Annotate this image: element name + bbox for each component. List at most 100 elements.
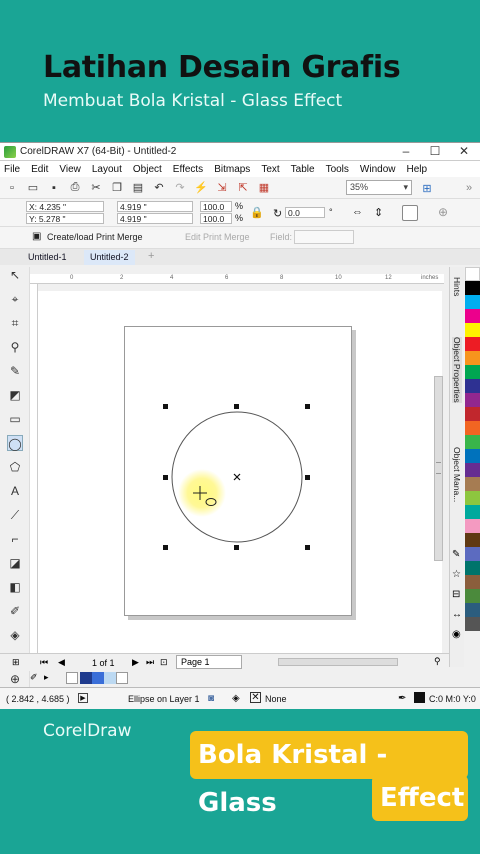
crop-tool-icon[interactable]: ⌗: [7, 315, 23, 331]
redo-icon[interactable]: ↷: [173, 181, 187, 195]
menu-bitmaps[interactable]: Bitmaps: [214, 164, 250, 175]
doc-swatch-blue[interactable]: [92, 672, 104, 684]
resize-handle-bottom-right[interactable]: [305, 545, 310, 550]
transparency-tool-icon[interactable]: ◧: [7, 579, 23, 595]
minimize-button[interactable]: –: [394, 144, 418, 160]
mirror-vertical-icon[interactable]: ⇕: [374, 206, 383, 219]
menu-text[interactable]: Text: [261, 164, 279, 175]
swatch-dark-teal[interactable]: [465, 561, 480, 575]
zoom-tool-icon[interactable]: ⚲: [7, 339, 23, 355]
swatch-gray[interactable]: [465, 617, 480, 631]
eyedropper-icon[interactable]: ✐: [30, 672, 38, 683]
swatch-teal[interactable]: [465, 505, 480, 519]
ellipse-selection[interactable]: [160, 400, 315, 555]
resize-handle-bottom-left[interactable]: [163, 545, 168, 550]
text-tool-icon[interactable]: A: [7, 483, 23, 499]
export-icon[interactable]: ⇱: [236, 181, 250, 195]
doc-swatch-white[interactable]: [116, 672, 128, 684]
resize-handle-left[interactable]: [163, 475, 168, 480]
more-icon[interactable]: »: [462, 181, 476, 195]
swatch-dark-red[interactable]: [465, 407, 480, 421]
swatch-brown[interactable]: [465, 477, 480, 491]
swatch-indigo[interactable]: [465, 547, 480, 561]
swatch-yellow[interactable]: [465, 323, 480, 337]
menu-help[interactable]: Help: [407, 164, 428, 175]
first-page-icon[interactable]: ⏮: [40, 657, 48, 668]
swatch-mid-blue[interactable]: [465, 449, 480, 463]
edit-print-merge-button[interactable]: Edit Print Merge: [185, 232, 250, 242]
full-screen-icon[interactable]: ⊞: [420, 181, 434, 195]
paste-icon[interactable]: ▤: [131, 181, 145, 195]
fill-docker-icon[interactable]: ◉: [452, 629, 461, 640]
width-field[interactable]: 4.919 ": [117, 201, 193, 212]
object-manager-docker-tab[interactable]: Object Mana...: [452, 447, 462, 502]
shape-tool-icon[interactable]: ⌖: [7, 291, 23, 307]
swatch-green[interactable]: [465, 365, 480, 379]
lock-ratio-icon[interactable]: 🔒: [250, 206, 264, 219]
doc-swatch-light-blue[interactable]: [104, 672, 116, 684]
zoom-level-select[interactable]: 35% ▾: [346, 180, 412, 195]
smart-fill-icon[interactable]: ◩: [7, 387, 23, 403]
eyedropper-tool-icon[interactable]: ✐: [7, 603, 23, 619]
swatch-dark-brown[interactable]: [465, 533, 480, 547]
no-color-swatch[interactable]: [66, 672, 78, 684]
swatch-light-green[interactable]: [465, 435, 480, 449]
new-icon[interactable]: ▫: [5, 181, 19, 195]
swatch-purple[interactable]: [465, 393, 480, 407]
swatch-cyan[interactable]: [465, 295, 480, 309]
resize-handle-top-right[interactable]: [305, 404, 310, 409]
swatch-white[interactable]: [465, 267, 480, 281]
swatch-red[interactable]: [465, 337, 480, 351]
doc-swatch-navy[interactable]: [80, 672, 92, 684]
parallel-dimension-icon[interactable]: ⟋: [7, 507, 23, 523]
copy-icon[interactable]: ❐: [110, 181, 124, 195]
create-print-merge-button[interactable]: Create/load Print Merge: [47, 232, 143, 242]
import-icon[interactable]: ⇲: [215, 181, 229, 195]
cut-icon[interactable]: ✂: [89, 181, 103, 195]
menu-tools[interactable]: Tools: [326, 164, 349, 175]
resize-handle-top[interactable]: [234, 404, 239, 409]
add-tab-icon[interactable]: +: [148, 250, 154, 262]
mirror-horizontal-icon[interactable]: ⇔: [352, 206, 363, 218]
crosshair-icon[interactable]: ⊕: [438, 205, 448, 219]
interactive-tool-icon[interactable]: ◪: [7, 555, 23, 571]
add-tool-icon[interactable]: ⊕: [7, 671, 23, 687]
swatch-slate[interactable]: [465, 603, 480, 617]
menu-edit[interactable]: Edit: [31, 164, 48, 175]
position-x-field[interactable]: X: 4.235 ": [26, 201, 104, 212]
add-page-icon[interactable]: ⊡: [160, 657, 168, 668]
undo-icon[interactable]: ↶: [152, 181, 166, 195]
transform-icon[interactable]: ↔: [452, 609, 462, 620]
menu-window[interactable]: Window: [360, 164, 396, 175]
swatch-blue[interactable]: [465, 379, 480, 393]
swatch-black[interactable]: [465, 281, 480, 295]
swatch-olive[interactable]: [465, 589, 480, 603]
page-settings-icon[interactable]: ⊞: [12, 657, 20, 668]
rectangle-tool-icon[interactable]: ▭: [7, 411, 23, 427]
swatch-orange[interactable]: [465, 351, 480, 365]
star-icon[interactable]: ☆: [452, 569, 461, 580]
resize-handle-right[interactable]: [305, 475, 310, 480]
swatch-tan[interactable]: [465, 575, 480, 589]
menu-table[interactable]: Table: [291, 164, 315, 175]
open-icon[interactable]: ▭: [26, 181, 40, 195]
position-y-field[interactable]: Y: 5.278 ": [26, 213, 104, 224]
tab-untitled-1[interactable]: Untitled-1: [22, 250, 73, 265]
scale-y-field[interactable]: 100.0: [200, 213, 232, 224]
brush-icon[interactable]: ✎: [452, 549, 460, 560]
vertical-scrollbar[interactable]: [434, 376, 443, 561]
menu-layout[interactable]: Layout: [92, 164, 122, 175]
hints-docker-tab[interactable]: Hints: [452, 277, 462, 296]
swatch-deep-orange[interactable]: [465, 421, 480, 435]
menu-file[interactable]: File: [4, 164, 20, 175]
close-button[interactable]: ✕: [452, 144, 476, 160]
page-1-tab[interactable]: Page 1: [176, 655, 242, 669]
last-page-icon[interactable]: ⏭: [146, 657, 154, 668]
menu-view[interactable]: View: [59, 164, 81, 175]
menu-effects[interactable]: Effects: [173, 164, 203, 175]
search-content-icon[interactable]: ⚡: [194, 181, 208, 195]
palette-menu-icon[interactable]: ▸: [44, 672, 49, 683]
swatch-magenta[interactable]: [465, 309, 480, 323]
maximize-button[interactable]: ☐: [423, 144, 447, 160]
pick-tool-icon[interactable]: ↖: [7, 267, 23, 283]
